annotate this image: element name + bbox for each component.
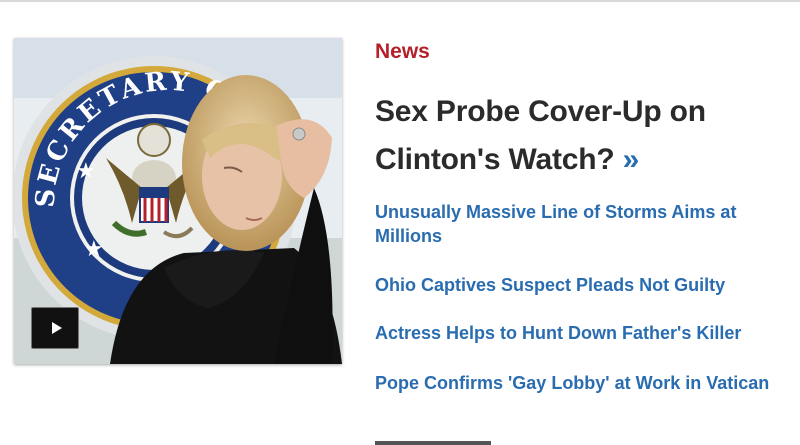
video-play-button[interactable]: [31, 307, 79, 349]
section-label: News: [375, 40, 430, 63]
bottom-divider: [375, 441, 491, 445]
headline-text: Sex Probe Cover-Up on Clinton's Watch?: [375, 95, 706, 176]
play-icon: [51, 322, 62, 334]
svg-text:★: ★: [84, 236, 104, 261]
story-link-ohio[interactable]: Ohio Captives Suspect Pleads Not Guilty: [375, 273, 785, 297]
story-link-actress[interactable]: Actress Helps to Hunt Down Father's Kill…: [375, 321, 785, 345]
story-link-pope[interactable]: Pope Confirms 'Gay Lobby' at Work in Vat…: [375, 371, 785, 395]
svg-text:★: ★: [76, 158, 96, 183]
story-link-storms[interactable]: Unusually Massive Line of Storms Aims at…: [375, 200, 785, 248]
headline-link[interactable]: Sex Probe Cover-Up on Clinton's Watch? »: [375, 88, 785, 184]
more-arrow-icon: »: [622, 143, 640, 176]
story-photo[interactable]: SECRETARY OF STATE ★ ★: [14, 38, 342, 364]
top-divider: [0, 0, 800, 2]
